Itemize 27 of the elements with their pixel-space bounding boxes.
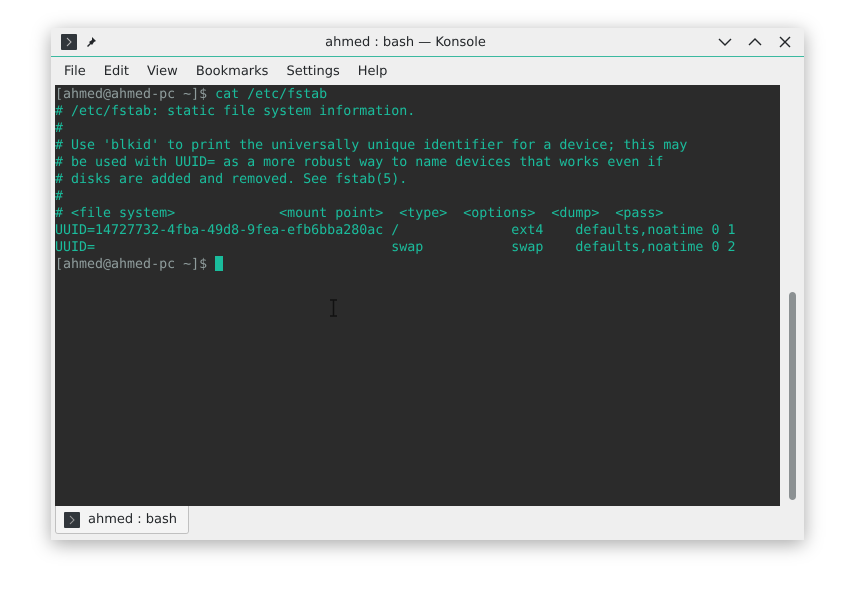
terminal-line: # /etc/fstab: static file system information. <box>55 104 416 119</box>
menu-item[interactable]: Settings <box>277 60 349 82</box>
terminal-line: UUID=14727732-4fba-49d8-9fea-efb6bba280ac / ext4 defaults,noatime 0 1 <box>55 223 736 238</box>
terminal-icon <box>61 34 77 50</box>
close-icon[interactable] <box>778 35 792 49</box>
terminal-line: # Use 'blkid' to print the universally unique identifier for a device; this may <box>55 138 688 153</box>
terminal-line: [ahmed@ahmed-pc ~]$ <box>55 257 208 272</box>
pin-icon <box>85 36 97 48</box>
menu-item[interactable]: File <box>55 60 95 82</box>
terminal-line: UUID= swap swap defaults,noatime 0 2 <box>55 240 736 255</box>
session-tab[interactable]: ahmed : bash <box>55 506 189 534</box>
terminal-line: # <box>55 189 64 204</box>
text-cursor <box>215 256 224 271</box>
terminal-icon <box>64 512 80 528</box>
mouse-ibeam-icon <box>330 299 337 317</box>
scrollbar-thumb[interactable] <box>788 292 796 500</box>
terminal-line: # <file system> <mount point> <type> <options> <dump> <pass> <box>55 206 664 221</box>
menu-item[interactable]: Help <box>348 60 396 82</box>
window-title: ahmed : bash — Konsole <box>324 34 487 50</box>
menu-item[interactable]: Edit <box>94 60 138 82</box>
menu-item[interactable]: Bookmarks <box>186 60 278 82</box>
terminal-line: # <box>55 121 64 136</box>
terminal-area[interactable] <box>55 85 780 506</box>
menu-item[interactable]: View <box>138 60 187 82</box>
terminal-line: [ahmed@ahmed-pc ~]$ cat /etc/fstab <box>55 87 328 102</box>
terminal-line: # be used with UUID= as a more robust way to name devices that works even if <box>55 155 664 170</box>
terminal-line: # disks are added and removed. See fstab(5). <box>55 172 408 187</box>
